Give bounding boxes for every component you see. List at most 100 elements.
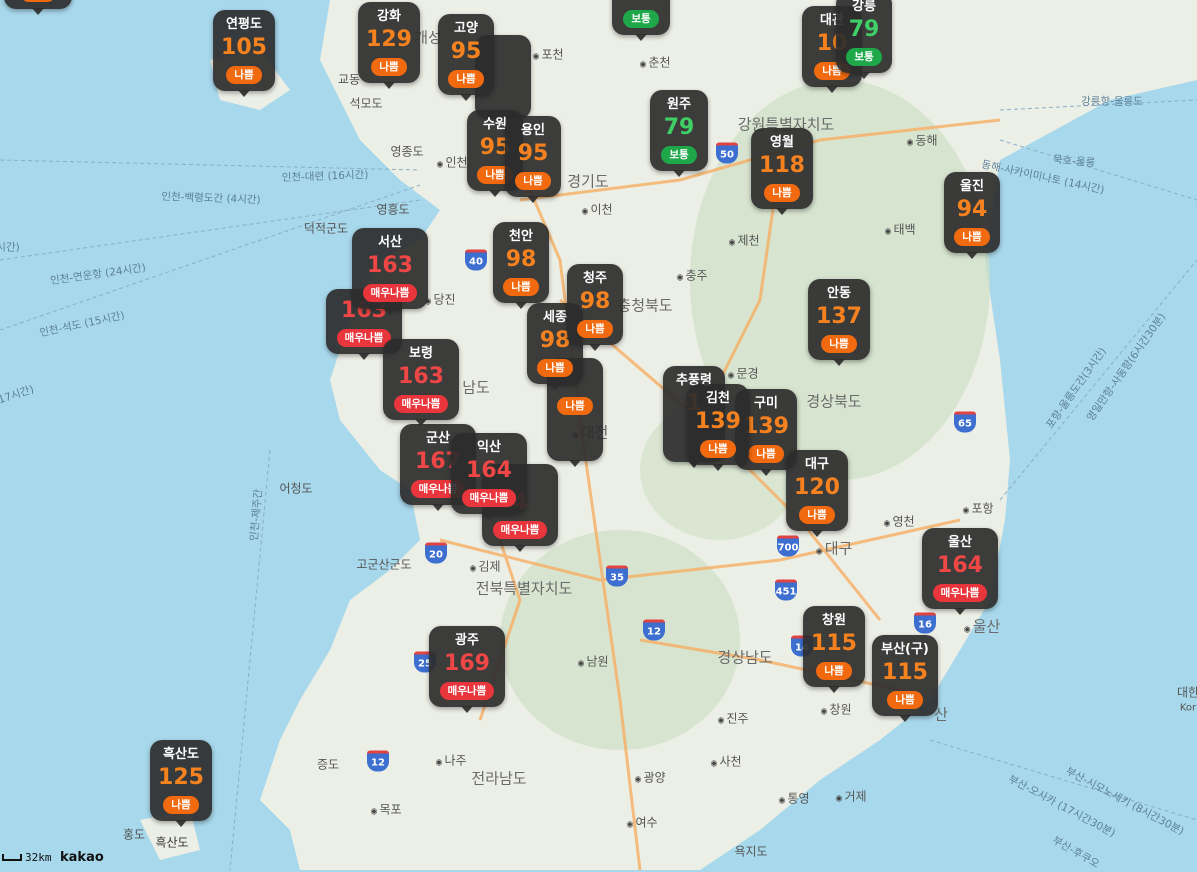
- marker-grade: 매우나쁨: [336, 329, 392, 347]
- label-taebaek: 태백: [884, 221, 915, 238]
- marker-name: 용인: [521, 123, 545, 138]
- label-geoje: 거제: [835, 788, 866, 805]
- marker-name: 청주: [583, 271, 607, 286]
- marker-name: 부산(구): [881, 642, 929, 657]
- label-hongdo: 홍도: [122, 827, 146, 842]
- marker-value: 95: [450, 39, 482, 64]
- label-yeosu: 여수: [626, 814, 657, 831]
- aqi-marker[interactable]: 울산 164 매우나쁨: [922, 528, 998, 615]
- marker-grade: 나쁨: [371, 58, 407, 76]
- aqi-marker[interactable]: 보령 163 매우나쁨: [383, 339, 459, 426]
- map-canvas[interactable]: 강원특별자치도 경기도 충청북도 경상북도 경상남도 전북특별자치도 전라남도 …: [0, 0, 1197, 871]
- label-eocheongdo: 어청도: [279, 481, 313, 496]
- label-yeongcheon: 영천: [883, 513, 914, 530]
- aqi-marker[interactable]: 강릉 79 보통: [836, 0, 892, 79]
- marker-name: 울진: [960, 179, 984, 194]
- aqi-marker[interactable]: 안동 137 나쁨: [808, 279, 870, 366]
- marker-value: 139: [743, 414, 789, 439]
- marker-grade: 나쁨: [821, 335, 857, 353]
- marker-grade: 나쁨: [700, 440, 736, 458]
- aqi-marker[interactable]: 79 보통: [612, 0, 670, 41]
- marker-value: 118: [759, 153, 805, 178]
- label-chungju: 충주: [676, 267, 707, 284]
- marker-grade: 나쁨: [816, 662, 852, 680]
- aqi-marker[interactable]: 청주 98 나쁨: [567, 264, 623, 351]
- aqi-marker[interactable]: 연평도 105 나쁨: [213, 10, 275, 97]
- label-changwon: 창원: [820, 701, 851, 718]
- label-yokjido: 욕지도: [734, 844, 768, 859]
- label-korea-right: 대한: [1176, 685, 1197, 700]
- marker-grade: 나쁨: [226, 66, 262, 84]
- aqi-marker[interactable]: 서산 163 매우나쁨: [352, 228, 428, 315]
- marker-value: 98: [505, 247, 537, 272]
- aqi-marker[interactable]: 나쁨: [4, 0, 72, 15]
- marker-name: 익산: [477, 440, 501, 455]
- marker-value: 79: [848, 17, 880, 42]
- label-daegu: 대구: [816, 538, 853, 559]
- highway-shield: 50: [716, 142, 738, 164]
- highway-shield: 451: [775, 579, 797, 601]
- marker-grade: 매우나쁨: [492, 521, 548, 539]
- marker-value: 98: [579, 289, 611, 314]
- label-gyodong: 교동: [337, 72, 361, 87]
- highway-shield: 40: [465, 249, 487, 271]
- label-tongyeong: 통영: [778, 790, 809, 807]
- label-gwangyang: 광양: [634, 769, 665, 786]
- marker-grade: 보통: [846, 48, 882, 66]
- label-ulsan: 울산: [964, 616, 1001, 637]
- aqi-marker[interactable]: 천안 98 나쁨: [493, 222, 549, 309]
- marker-name: 천안: [509, 229, 533, 244]
- aqi-marker[interactable]: 대구 120 나쁨: [786, 450, 848, 537]
- marker-name: 안동: [827, 286, 851, 301]
- aqi-marker[interactable]: 창원 115 나쁨: [803, 606, 865, 693]
- aqi-marker[interactable]: 울진 94 나쁨: [944, 172, 1000, 259]
- label-mungyeong: 문경: [727, 365, 758, 382]
- aqi-marker[interactable]: 용인 95 나쁨: [505, 116, 561, 203]
- label-naju: 나주: [435, 752, 466, 769]
- marker-grade: 보통: [623, 10, 659, 28]
- label-jeonnam: 전라남도: [471, 769, 527, 788]
- label-jecheon: 제천: [728, 232, 759, 249]
- marker-grade: 보통: [661, 146, 697, 164]
- marker-name: 영월: [770, 135, 794, 150]
- aqi-marker[interactable]: 익산 164 매우나쁨: [451, 433, 527, 520]
- marker-name: 고양: [454, 21, 478, 36]
- aqi-marker[interactable]: 고양 95 나쁨: [438, 14, 494, 101]
- highway-shield: 12: [367, 750, 389, 772]
- marker-grade: 매우나쁨: [461, 489, 517, 507]
- label-jinju: 진주: [717, 710, 748, 727]
- label-pocheon: 포천: [532, 46, 563, 63]
- marker-name: 창원: [822, 613, 846, 628]
- marker-value: 95: [517, 141, 549, 166]
- route-1: 인천-대련 (16시간): [281, 168, 369, 185]
- aqi-marker[interactable]: 광주 169 매우나쁨: [429, 626, 505, 713]
- marker-name: 보령: [409, 346, 433, 361]
- label-chuncheon: 춘천: [639, 54, 670, 71]
- scale-label: 32km: [25, 851, 52, 864]
- marker-grade: 나쁨: [448, 70, 484, 88]
- marker-name: 구미: [754, 396, 778, 411]
- marker-name: 강화: [377, 9, 401, 24]
- marker-grade: 나쁨: [748, 445, 784, 463]
- marker-value: 120: [794, 475, 840, 500]
- marker-grade: 나쁨: [20, 0, 56, 2]
- label-yeongjongdo: 영종도: [390, 144, 424, 159]
- kakao-logo[interactable]: kakao: [60, 850, 104, 865]
- aqi-marker[interactable]: 흑산도 125 나쁨: [150, 740, 212, 827]
- aqi-marker[interactable]: 김천 139 나쁨: [687, 384, 749, 471]
- label-dangjin: 당진: [424, 291, 455, 308]
- marker-value: 79: [620, 0, 662, 7]
- marker-value: 94: [956, 197, 988, 222]
- label-mokpo: 목포: [370, 801, 401, 818]
- aqi-marker[interactable]: 부산(구) 115 나쁨: [872, 635, 938, 722]
- aqi-marker[interactable]: 영월 118 나쁨: [751, 128, 813, 215]
- label-gogunsan: 고군산군도: [356, 557, 412, 572]
- marker-grade: 나쁨: [557, 397, 593, 415]
- aqi-marker[interactable]: 강화 129 나쁨: [358, 2, 420, 89]
- marker-value: 137: [816, 304, 862, 329]
- marker-grade: 매우나쁨: [932, 584, 988, 602]
- marker-name: 대구: [805, 457, 829, 472]
- label-gyeonggi: 경기도: [567, 172, 609, 191]
- label-chungbuk: 충청북도: [617, 296, 673, 315]
- aqi-marker[interactable]: 원주 79 보통: [650, 90, 708, 177]
